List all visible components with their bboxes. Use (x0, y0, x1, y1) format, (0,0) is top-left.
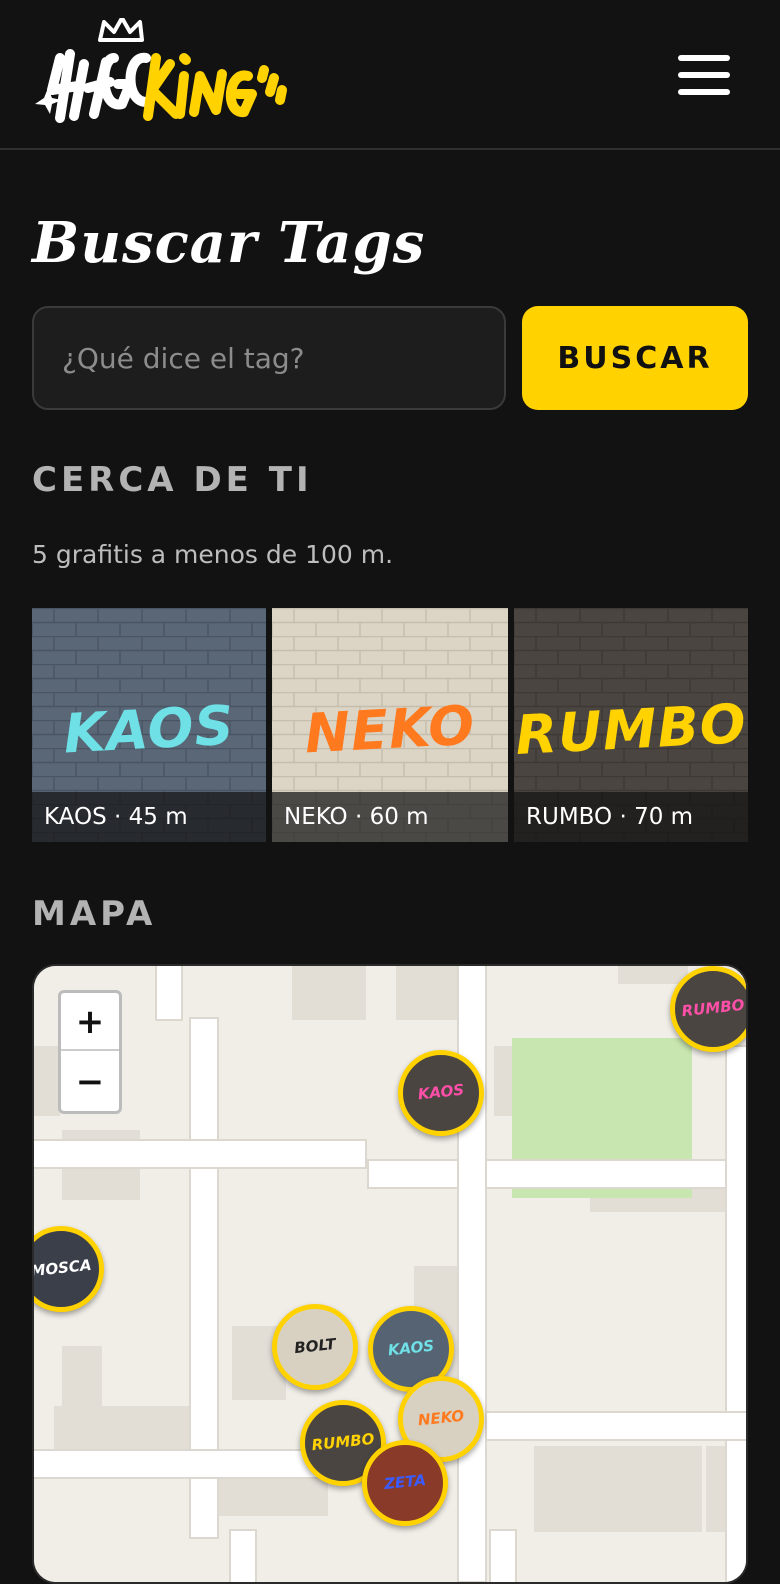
card-caption: RUMBO · 70 m (514, 792, 748, 842)
marker-label: MOSCA (32, 1255, 93, 1281)
map-heading: MAPA (32, 894, 157, 934)
nearby-heading: CERCA DE TI (32, 460, 313, 500)
nearby-card-kaos[interactable]: KAOS KAOS · 45 m (32, 608, 266, 842)
nearby-summary: 5 grafitis a menos de 100 m. (32, 540, 394, 569)
marker-label: RUMBO (310, 1429, 376, 1455)
tag-artwork: KAOS (62, 693, 236, 766)
zoom-control: + − (58, 990, 122, 1114)
nearby-card-neko[interactable]: NEKO NEKO · 60 m (272, 608, 508, 842)
map-view[interactable]: + − RUMBO KAOS MOSCA BOLT KAOS NEKO RUMB… (32, 964, 748, 1584)
marker-label: ZETA (383, 1470, 427, 1494)
marker-label: RUMBO (680, 995, 746, 1021)
page-title: Buscar Tags (32, 210, 426, 276)
nearby-card-rumbo[interactable]: RUMBO RUMBO · 70 m (514, 608, 748, 842)
marker-label: BOLT (293, 1334, 337, 1358)
marker-label: KAOS (387, 1336, 435, 1360)
search-input[interactable] (32, 306, 506, 410)
app-header (0, 0, 780, 150)
zoom-in-button[interactable]: + (61, 993, 119, 1051)
marker-label: KAOS (417, 1080, 465, 1104)
zoom-out-button[interactable]: − (61, 1053, 119, 1111)
map-marker-bolt[interactable]: BOLT (272, 1304, 358, 1390)
map-marker-rumbo[interactable]: RUMBO (670, 966, 746, 1052)
tagking-logo[interactable] (30, 18, 300, 128)
search-button[interactable]: BUSCAR (522, 306, 748, 410)
map-marker-zeta[interactable]: ZETA (362, 1440, 448, 1526)
menu-button[interactable] (670, 50, 738, 100)
marker-label: NEKO (417, 1406, 465, 1430)
tag-artwork: RUMBO (514, 691, 748, 768)
card-caption: NEKO · 60 m (272, 792, 508, 842)
card-caption: KAOS · 45 m (32, 792, 266, 842)
map-marker-kaos[interactable]: KAOS (398, 1050, 484, 1136)
tag-artwork: NEKO (303, 693, 477, 766)
